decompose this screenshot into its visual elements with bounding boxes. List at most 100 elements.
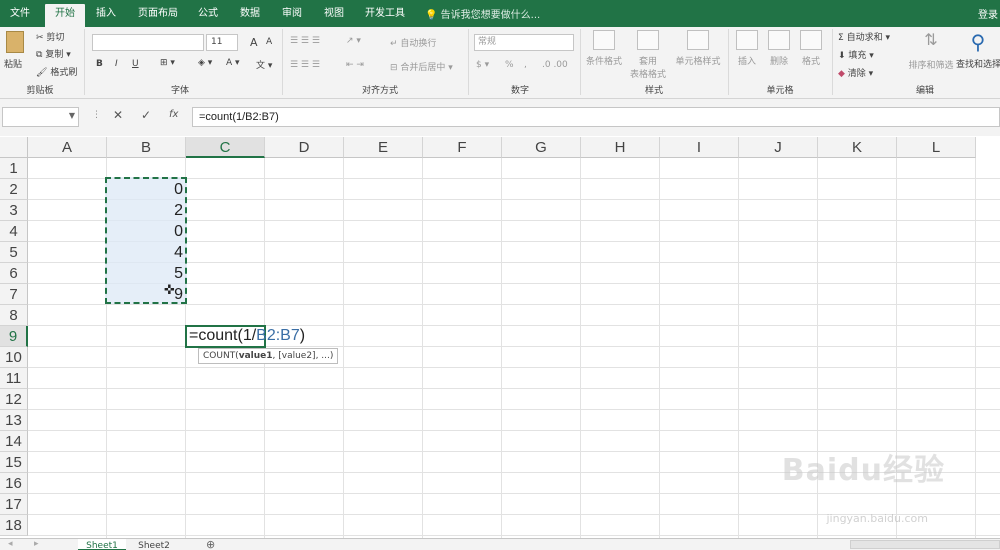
insert-function-icon[interactable]: fx (169, 109, 178, 120)
format-cells-icon (800, 30, 822, 50)
cut-button[interactable]: ✂ 剪切 (36, 30, 64, 43)
row-header-12[interactable]: 12 (0, 389, 28, 410)
function-tooltip[interactable]: COUNT(value1, [value2], ...) (198, 348, 339, 364)
row-header-14[interactable]: 14 (0, 431, 28, 452)
row-header-13[interactable]: 13 (0, 410, 28, 431)
tab-developer[interactable]: 开发工具 (358, 4, 412, 27)
merge-center-button[interactable]: ⊟ 合并后居中 ▾ (390, 60, 453, 73)
currency-icon[interactable]: $ ▾ (476, 60, 489, 70)
tab-insert[interactable]: 插入 (88, 4, 124, 27)
number-format-select[interactable]: 常规 (474, 34, 574, 51)
tab-review[interactable]: 审阅 (274, 4, 310, 27)
row-header-2[interactable]: 2 (0, 179, 28, 200)
border-icon[interactable]: ⊞ ▾ (160, 58, 175, 68)
underline-button[interactable]: U (132, 59, 139, 69)
drag-handle-icon[interactable]: ⋮ (92, 110, 101, 120)
row-header-6[interactable]: 6 (0, 263, 28, 284)
cell-styles-button[interactable]: 单元格样式 (672, 30, 724, 67)
format-painter-button[interactable]: 🖌 格式刷 (36, 65, 77, 78)
fill-button[interactable]: ⬇ 填充 ▾ (838, 48, 874, 61)
cell-b4[interactable]: 0 (107, 221, 186, 242)
insert-cells-button[interactable]: 插入 (732, 30, 762, 67)
sheet-tab-sheet2[interactable]: Sheet2 (130, 539, 178, 550)
cell-b2[interactable]: 0 (107, 179, 186, 200)
cell-b5[interactable]: 4 (107, 242, 186, 263)
row-header-7[interactable]: 7 (0, 284, 28, 305)
cursor-plus-icon: ✜ (164, 283, 175, 298)
formula-input[interactable]: =count(1/B2:B7) (192, 107, 1000, 127)
italic-button[interactable]: I (115, 59, 118, 69)
row-header-10[interactable]: 10 (0, 347, 28, 368)
find-select-button[interactable]: ⚲ 查找和选择 (956, 30, 1000, 70)
orientation-icon[interactable]: ↗ ▾ (346, 36, 361, 46)
shrink-font-button[interactable]: A (266, 37, 272, 47)
comma-button[interactable]: , (524, 60, 527, 70)
sort-filter-button[interactable]: ⇅ 排序和筛选 (906, 30, 956, 71)
fill-color-icon[interactable]: ◈ ▾ (198, 58, 212, 68)
format-cells-button[interactable]: 格式 (796, 30, 826, 67)
tab-file[interactable]: 文件 (0, 4, 40, 27)
scroll-left-icon[interactable]: ◂ (8, 539, 13, 549)
tell-me-box[interactable]: 💡 告诉我您想要做什么... (425, 6, 540, 21)
tab-view[interactable]: 视图 (316, 4, 352, 27)
cancel-icon[interactable]: ✕ (113, 108, 123, 122)
conditional-format-button[interactable]: 条件格式 (584, 30, 624, 67)
login-link[interactable]: 登录 (978, 6, 998, 21)
row-header-4[interactable]: 4 (0, 221, 28, 242)
horizontal-scrollbar[interactable] (850, 540, 1000, 549)
row-header-1[interactable]: 1 (0, 158, 28, 179)
cell-b6[interactable]: 5 (107, 263, 186, 284)
chevron-down-icon[interactable]: ▼ (69, 111, 75, 120)
row-header-17[interactable]: 17 (0, 494, 28, 515)
row-header-18[interactable]: 18 (0, 515, 28, 536)
cell-b3[interactable]: 2 (107, 200, 186, 221)
row-header-5[interactable]: 5 (0, 242, 28, 263)
row-header-16[interactable]: 16 (0, 473, 28, 494)
row-header-15[interactable]: 15 (0, 452, 28, 473)
align-left-icons[interactable]: ☰ ☰ ☰ (290, 60, 320, 70)
group-divider (832, 29, 833, 95)
tab-home[interactable]: 开始 (45, 4, 85, 27)
name-box[interactable]: ▼ (2, 107, 79, 127)
decimal-icons[interactable]: .0 .00 (542, 60, 568, 70)
tab-data[interactable]: 数据 (232, 4, 268, 27)
sheet-tab-sheet1[interactable]: Sheet1 (78, 539, 126, 550)
conditional-format-icon (593, 30, 615, 50)
row-header-3[interactable]: 3 (0, 200, 28, 221)
insert-cells-icon (736, 30, 758, 50)
grow-font-button[interactable]: A (250, 36, 258, 49)
grid-line (28, 493, 1000, 494)
autosum-button[interactable]: Σ 自动求和 ▾ (838, 30, 890, 43)
row-header-11[interactable]: 11 (0, 368, 28, 389)
add-sheet-icon[interactable]: ⊕ (206, 538, 215, 550)
phonetic-icon[interactable]: 文 ▾ (256, 58, 272, 71)
group-label-font: 字体 (170, 86, 189, 96)
row-header-9[interactable]: 9 (0, 326, 28, 347)
bold-button[interactable]: B (96, 59, 103, 69)
paste-button[interactable]: 粘贴 (4, 31, 26, 71)
wrap-text-button[interactable]: ↵ 自动换行 (390, 36, 436, 49)
align-top-icons[interactable]: ☰ ☰ ☰ (290, 36, 320, 46)
clear-button[interactable]: ◆ 清除 ▾ (838, 66, 873, 79)
formula-prefix: =count(1/ (189, 327, 257, 344)
scroll-right-icon[interactable]: ▸ (34, 539, 39, 549)
delete-cells-icon (768, 30, 790, 50)
sigma-icon: Σ (838, 33, 844, 43)
enter-icon[interactable]: ✓ (141, 108, 151, 122)
grid-line (28, 430, 1000, 431)
copy-button[interactable]: ⧉ 复制 ▾ (36, 47, 71, 60)
font-color-icon[interactable]: A ▾ (226, 58, 240, 68)
tooltip-fn: COUNT( (203, 351, 239, 361)
font-name-box[interactable] (92, 34, 204, 51)
delete-cells-button[interactable]: 删除 (764, 30, 794, 67)
percent-button[interactable]: % (505, 60, 514, 70)
fill-down-icon: ⬇ (838, 51, 846, 61)
format-as-table-button[interactable]: 套用 表格格式 (626, 30, 670, 80)
cell-c9-editor[interactable]: =count(1/B2:B7) (185, 325, 305, 348)
tab-page-layout[interactable]: 页面布局 (131, 4, 185, 27)
indent-icons[interactable]: ⇤ ⇥ (346, 60, 364, 70)
tab-formulas[interactable]: 公式 (190, 4, 226, 27)
font-size-box[interactable]: 11 (206, 34, 238, 51)
number-format-value: 常规 (478, 37, 497, 47)
row-header-8[interactable]: 8 (0, 305, 28, 326)
